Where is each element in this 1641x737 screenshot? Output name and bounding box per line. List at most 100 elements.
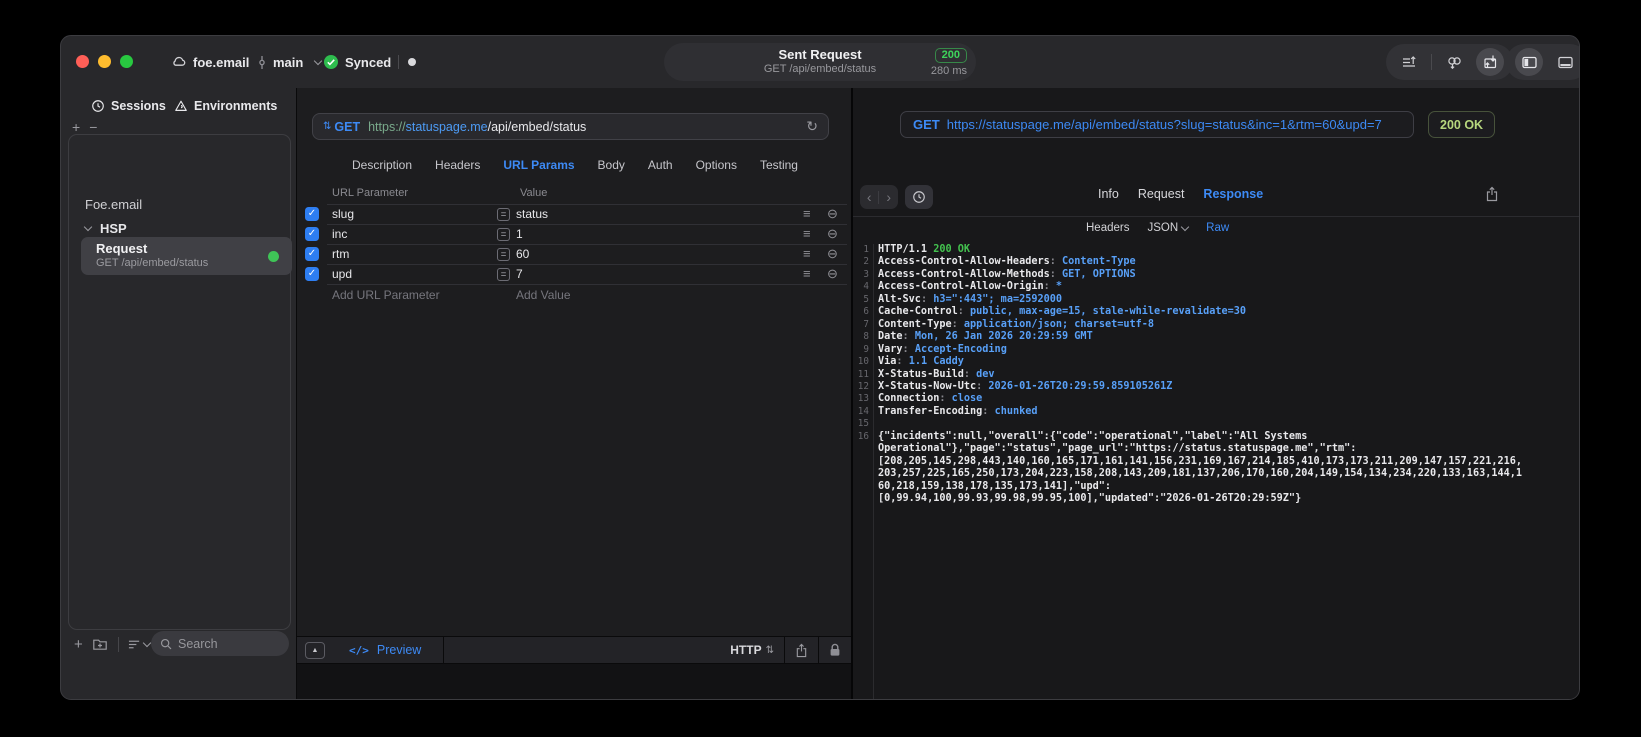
param-value[interactable]: status <box>516 207 548 221</box>
url-host: statuspage.me <box>405 119 488 134</box>
param-enabled-checkbox[interactable]: ✓ <box>305 227 319 241</box>
sidebar: Sessions Environments + − Foe.email HSP … <box>61 88 882 699</box>
subtab-headers[interactable]: Headers <box>1086 222 1129 234</box>
tree-label: HSP <box>100 220 127 236</box>
tree-item-foe-email[interactable]: Foe.email <box>85 196 882 255</box>
toggle-sidebar-button[interactable] <box>1515 48 1543 76</box>
request-list-item-selected[interactable]: Request GET /api/embed/status <box>81 237 292 275</box>
token: Date <box>878 331 903 343</box>
project-switcher[interactable]: foe.email <box>171 52 249 72</box>
param-enabled-checkbox[interactable]: ✓ <box>305 247 319 261</box>
token: Via <box>878 356 897 368</box>
line-content: Access-Control-Allow-Origin: * <box>878 281 1062 293</box>
param-name[interactable]: slug <box>332 207 354 221</box>
tab-body[interactable]: Body <box>598 158 625 172</box>
param-name[interactable]: rtm <box>332 247 349 261</box>
sent-request-url[interactable]: GET https://statuspage.me/api/embed/stat… <box>900 111 1414 138</box>
token: Content-Type <box>1062 256 1136 268</box>
param-value[interactable]: 1 <box>516 227 523 241</box>
tab-url-params[interactable]: URL Params <box>503 158 574 172</box>
back-button[interactable]: ‹ <box>867 189 872 205</box>
value-options-icon[interactable]: ≡ <box>803 266 811 281</box>
nav-divider-line <box>853 216 1579 217</box>
subtab-json[interactable]: JSON <box>1147 222 1190 234</box>
token: close <box>951 393 983 405</box>
param-enabled-checkbox[interactable]: ✓ <box>305 267 319 281</box>
tab-testing[interactable]: Testing <box>760 158 798 172</box>
protocol-selector[interactable]: HTTP <box>730 643 761 657</box>
status-code-badge: 200 <box>934 48 967 63</box>
line-number: 8 <box>863 331 869 343</box>
remove-param-icon[interactable]: ⊖ <box>827 226 838 242</box>
add-param-placeholder[interactable]: Add URL Parameter <box>332 288 440 302</box>
history-button[interactable] <box>905 185 933 209</box>
param-enabled-checkbox[interactable]: ✓ <box>305 207 319 221</box>
token: : <box>957 306 971 318</box>
tab-description[interactable]: Description <box>352 158 412 172</box>
tab-response[interactable]: Response <box>1203 187 1263 201</box>
method-label[interactable]: GET <box>334 120 360 134</box>
remove-param-icon[interactable]: ⊖ <box>827 266 838 282</box>
param-value[interactable]: 60 <box>516 247 529 261</box>
url-separator: :// <box>395 119 406 134</box>
preview-button[interactable]: Preview <box>377 643 421 657</box>
toggle-bottom-panel-button[interactable] <box>1551 48 1579 76</box>
token: : <box>1049 268 1063 280</box>
forward-button[interactable]: › <box>886 189 891 205</box>
subtab-raw[interactable]: Raw <box>1206 222 1229 234</box>
remove-param-icon[interactable]: ⊖ <box>827 206 838 222</box>
close-window-button[interactable] <box>76 55 89 68</box>
resend-icon[interactable]: ↻ <box>806 118 818 135</box>
pull-changes-button[interactable] <box>1440 48 1468 76</box>
lock-button[interactable] <box>829 643 841 657</box>
tab-info[interactable]: Info <box>1098 187 1119 201</box>
method-selector-icon[interactable]: ⇅ <box>323 121 331 132</box>
tab-options[interactable]: Options <box>696 158 737 172</box>
response-line: 12 X-Status-Now-Utc: 2026-01-26T20:29:59.… <box>853 381 1579 393</box>
share-request-button[interactable] <box>795 643 808 658</box>
zoom-window-button[interactable] <box>120 55 133 68</box>
minimize-window-button[interactable] <box>98 55 111 68</box>
remove-param-icon[interactable]: ⊖ <box>827 246 838 262</box>
export-response-button[interactable] <box>1485 186 1499 202</box>
param-value[interactable]: 7 <box>516 267 523 281</box>
request-url-bar[interactable]: ⇅ GET https://statuspage.me/api/embed/st… <box>312 113 829 140</box>
add-request-button[interactable]: + <box>74 636 83 653</box>
sort-filter-button[interactable] <box>128 638 152 651</box>
value-options-icon[interactable]: ≡ <box>803 206 811 221</box>
add-value-placeholder[interactable]: Add Value <box>516 288 571 302</box>
branch-switcher[interactable]: main <box>255 52 323 72</box>
token: Alt-Svc <box>878 293 921 305</box>
param-add-row[interactable]: Add URL Parameter Add Value <box>297 284 851 304</box>
tab-auth[interactable]: Auth <box>648 158 673 172</box>
response-subtabs: Headers JSON Raw <box>1086 222 1229 234</box>
commit-changes-button[interactable] <box>1395 48 1423 76</box>
line-number: 12 <box>857 380 869 392</box>
sync-status[interactable]: Synced <box>323 52 391 72</box>
value-options-icon[interactable]: ≡ <box>803 226 811 241</box>
expand-editor-button[interactable]: ▲ <box>305 641 325 659</box>
request-url[interactable]: https://statuspage.me/api/embed/status <box>368 120 586 134</box>
add-group-button[interactable] <box>92 637 108 652</box>
value-options-icon[interactable]: ≡ <box>803 246 811 261</box>
response-line: 15 <box>853 418 1579 430</box>
add-session-button[interactable]: + <box>72 120 80 134</box>
panel-bottom-icon <box>1557 54 1574 71</box>
stepper-arrows-icon[interactable]: ⇅ <box>766 645 774 656</box>
url-scheme: https <box>368 119 396 134</box>
request-panel-content: ⇅ GET https://statuspage.me/api/embed/st… <box>297 88 851 636</box>
param-name[interactable]: upd <box>332 267 352 281</box>
tree-item-hsp[interactable]: HSP <box>83 220 127 236</box>
sync-requests-button[interactable] <box>1476 48 1504 76</box>
tab-sessions[interactable]: Sessions <box>91 96 166 116</box>
response-line: 2 Access-Control-Allow-Headers: Content-T… <box>853 256 1579 268</box>
search-input[interactable]: Search <box>151 631 289 656</box>
request-status-pill[interactable]: Sent Request GET /api/embed/status 200 2… <box>664 43 976 81</box>
token: chunked <box>994 405 1038 417</box>
tab-request[interactable]: Request <box>1138 187 1185 201</box>
tab-environments[interactable]: Environments <box>174 96 277 116</box>
param-name[interactable]: inc <box>332 227 347 241</box>
tab-headers[interactable]: Headers <box>435 158 480 172</box>
token: 1.1 Caddy <box>908 356 964 368</box>
remove-session-button[interactable]: − <box>89 120 97 134</box>
